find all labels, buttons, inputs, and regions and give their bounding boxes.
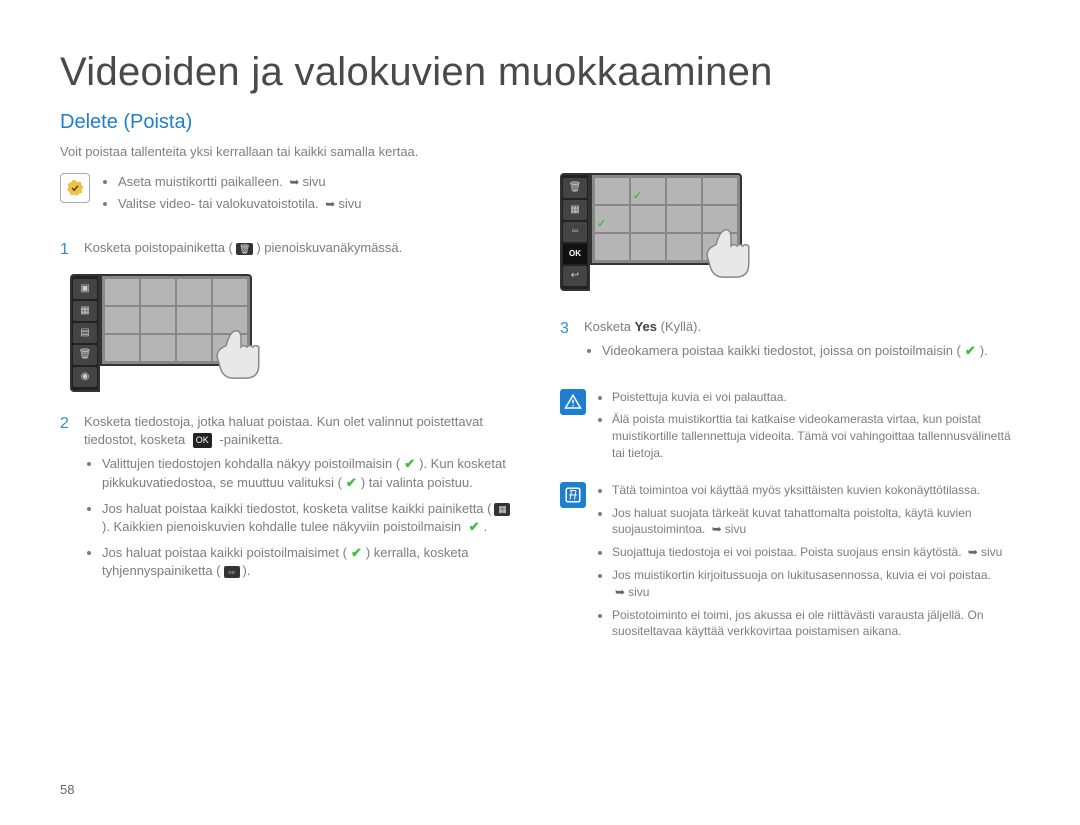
sidebar-icon: ▫▫ — [563, 222, 587, 242]
page-ref-arrow-icon: ➥ — [968, 545, 978, 559]
step-2: 2 Kosketa tiedostoja, jotka haluat poist… — [60, 413, 520, 595]
step-3: 3 Kosketa Yes (Kyllä). Videokamera poist… — [560, 318, 1020, 374]
pointing-hand-icon — [694, 215, 768, 294]
info-icon — [560, 482, 586, 508]
sidebar-icon: ◉ — [73, 367, 97, 387]
step-number: 2 — [60, 413, 74, 595]
check-icon: ✔ — [351, 544, 362, 562]
step-bullet: Valittujen tiedostojen kohdalla näkyy po… — [102, 455, 520, 491]
warning-item: Älä poista muistikorttia tai katkaise vi… — [612, 411, 1020, 461]
ok-button-icon: OK — [193, 433, 212, 448]
yes-label: Yes — [635, 319, 657, 334]
step-text: -painiketta. — [216, 432, 283, 447]
sidebar-ok-button: OK — [563, 244, 587, 264]
page-ref: sivu — [338, 196, 361, 211]
prereq-item: Aseta muistikortti paikalleen. ➥sivu — [118, 173, 361, 191]
step-text: ) pienoiskuvanäkymässä. — [256, 240, 402, 255]
sidebar-icon: ↩ — [563, 266, 587, 286]
step-bullet: Jos haluat poistaa kaikki poistoilmaisim… — [102, 544, 520, 580]
prerequisite-box: Aseta muistikortti paikalleen. ➥sivu Val… — [60, 173, 520, 217]
left-column: Aseta muistikortti paikalleen. ➥sivu Val… — [60, 173, 520, 646]
info-box: Tätä toimintoa voi käyttää myös yksittäi… — [560, 482, 1020, 646]
sidebar-trash-icon: 🗑 — [73, 345, 97, 365]
check-icon: ✔ — [469, 518, 480, 536]
checkmark-badge-icon — [60, 173, 90, 203]
right-column: 🗑 ▦ ▫▫ OK ↩ 3 Kosketa Yes (Kyllä). — [560, 173, 1020, 646]
sidebar-trash-icon: 🗑 — [563, 178, 587, 198]
info-item: Suojattuja tiedostoja ei voi poistaa. Po… — [612, 544, 1020, 561]
select-all-icon: ▦ — [494, 503, 510, 516]
device-sidebar: 🗑 ▦ ▫▫ OK ↩ — [560, 173, 590, 291]
clear-icon: ▫▫ — [224, 566, 240, 579]
step-text: Kosketa tiedostoja, jotka haluat poistaa… — [84, 414, 483, 447]
page-ref: sivu — [302, 174, 325, 189]
check-icon: ✔ — [346, 474, 357, 492]
intro-text: Voit poistaa tallenteita yksi kerrallaan… — [60, 144, 1020, 159]
page-ref-arrow-icon: ➥ — [289, 175, 299, 189]
thumbnail-device-figure-2: 🗑 ▦ ▫▫ OK ↩ — [560, 173, 1020, 294]
sidebar-icon: ▤ — [73, 323, 97, 343]
page-ref-arrow-icon: ➥ — [325, 197, 335, 211]
prereq-text: Valitse video- tai valokuvatoistotila. — [118, 196, 319, 211]
step-bullet: Jos haluat poistaa kaikki tiedostot, kos… — [102, 500, 520, 536]
sidebar-icon: ▣ — [73, 279, 97, 299]
info-item: Tätä toimintoa voi käyttää myös yksittäi… — [612, 482, 1020, 499]
device-sidebar: ▣ ▦ ▤ 🗑 ◉ — [70, 274, 100, 392]
step-text: (Kyllä). — [657, 319, 701, 334]
warning-item: Poistettuja kuvia ei voi palauttaa. — [612, 389, 1020, 406]
section-subtitle: Delete (Poista) — [60, 111, 1020, 134]
info-item: Jos haluat suojata tärkeät kuvat tahatto… — [612, 505, 1020, 539]
page-ref-arrow-icon: ➥ — [712, 522, 722, 536]
sidebar-icon: ▦ — [73, 301, 97, 321]
check-icon: ✔ — [404, 455, 415, 473]
check-icon: ✔ — [965, 342, 976, 360]
step-bullet: Videokamera poistaa kaikki tiedostot, jo… — [602, 342, 1020, 360]
prereq-item: Valitse video- tai valokuvatoistotila. ➥… — [118, 195, 361, 213]
step-text: Kosketa — [584, 319, 635, 334]
thumbnail-device-figure-1: ▣ ▦ ▤ 🗑 ◉ — [70, 274, 520, 395]
pointing-hand-icon — [204, 316, 278, 395]
step-text: Kosketa poistopainiketta ( — [84, 240, 233, 255]
info-item: Poistotoiminto ei toimi, jos akussa ei o… — [612, 607, 1020, 641]
trash-icon: 🗑 — [236, 243, 253, 256]
prereq-text: Aseta muistikortti paikalleen. — [118, 174, 283, 189]
step-1: 1 Kosketa poistopainiketta (🗑) pienoisku… — [60, 239, 520, 261]
page-title: Videoiden ja valokuvien muokkaaminen — [60, 50, 1020, 95]
page-ref-arrow-icon: ➥ — [615, 585, 625, 599]
sidebar-icon: ▦ — [563, 200, 587, 220]
info-item: Jos muistikortin kirjoitussuoja on lukit… — [612, 567, 1020, 601]
page-number: 58 — [60, 782, 74, 797]
step-number: 1 — [60, 239, 74, 261]
warning-box: Poistettuja kuvia ei voi palauttaa. Älä … — [560, 389, 1020, 468]
step-number: 3 — [560, 318, 574, 374]
warning-icon — [560, 389, 586, 415]
